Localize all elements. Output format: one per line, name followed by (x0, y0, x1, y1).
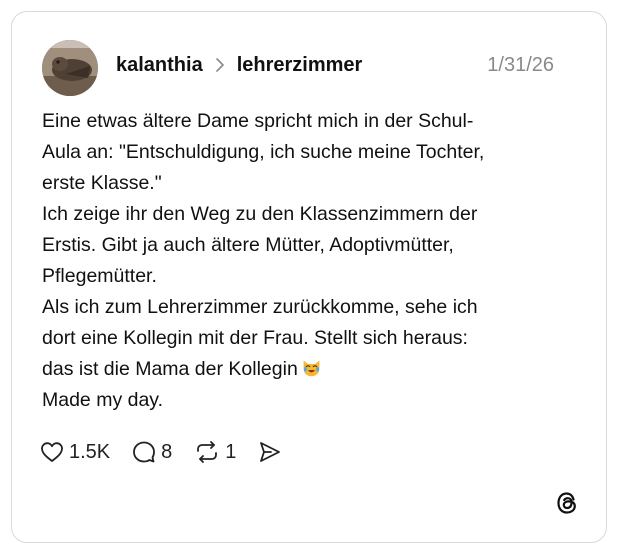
repost-icon (197, 441, 218, 463)
post-date: 1/31/26 (487, 53, 554, 76)
threads-logo-icon[interactable] (554, 490, 580, 516)
like-button[interactable]: 1.5K (40, 441, 110, 464)
post-text: Eine etwas ältere Dame spricht mich in d… (42, 106, 582, 416)
post-line: Erstis. Gibt ja auch ältere Mütter, Adop… (42, 234, 454, 256)
post-actions: 1.5K 8 1 (40, 440, 304, 464)
post-line: erste Klasse." (42, 172, 162, 194)
send-icon (260, 442, 281, 462)
post-line-with-emoji: das ist die Mama der Kollegin (42, 354, 582, 385)
reply-button[interactable]: 8 (132, 440, 172, 464)
like-count: 1.5K (69, 440, 111, 463)
repost-button[interactable]: 1 (194, 440, 236, 464)
post-line: dort eine Kollegin mit der Frau. Stellt … (42, 327, 468, 349)
repost-count: 1 (225, 440, 237, 463)
heart-icon (41, 442, 63, 462)
laughing-cat-emoji-icon (303, 360, 320, 377)
post-card: kalanthia lehrerzimmer 1/31/26 Eine etwa… (11, 11, 607, 543)
post-line: Ich zeige ihr den Weg zu den Klassenzimm… (42, 203, 478, 225)
post-line: Pflegemütter. (42, 265, 157, 287)
post-line: Made my day. (42, 389, 164, 411)
post-header: kalanthia lehrerzimmer 1/31/26 (116, 50, 554, 80)
community-name[interactable]: lehrerzimmer (237, 54, 363, 77)
chevron-right-icon (215, 58, 225, 72)
post-line: Als ich zum Lehrerzimmer zurückkomme, se… (42, 296, 478, 318)
reply-count: 8 (161, 440, 173, 463)
avatar[interactable] (42, 40, 98, 96)
share-button[interactable] (258, 440, 282, 464)
post-line: Aula an: "Entschuldigung, ich suche mein… (42, 141, 485, 163)
username[interactable]: kalanthia (116, 54, 203, 77)
post-line: Eine etwas ältere Dame spricht mich in d… (42, 110, 474, 132)
comment-icon (133, 441, 156, 463)
post-line: das ist die Mama der Kollegin (42, 358, 298, 380)
